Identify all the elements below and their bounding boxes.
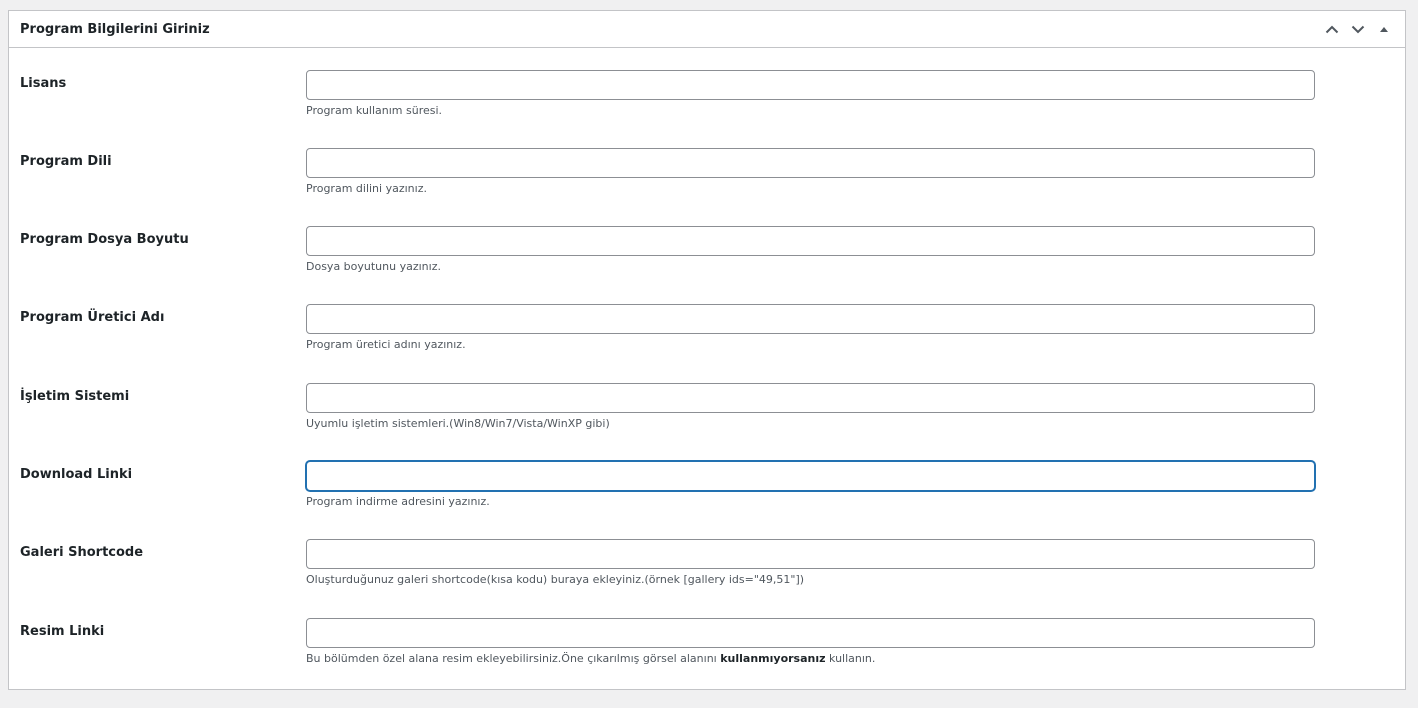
field-description: Program üretici adını yazınız.: [306, 338, 466, 351]
field-label: Program Dosya Boyutu: [20, 232, 189, 247]
field-description: Oluşturduğunuz galeri shortcode(kısa kod…: [306, 573, 805, 586]
field-description: Bu bölümden özel alana resim ekleyebilir…: [306, 651, 875, 666]
metabox-title: Program Bilgilerini Giriniz: [20, 22, 210, 37]
field-row-resim-linki: Resim Linki Bu bölümden özel alana resim…: [9, 618, 1405, 678]
field-row-program-dosya-boyutu: Program Dosya Boyutu Dosya boyutunu yazı…: [9, 226, 1405, 286]
handle-actions: [1319, 17, 1397, 41]
field-label: İşletim Sistemi: [20, 389, 130, 404]
field-row-galeri-shortcode: Galeri Shortcode Oluşturduğunuz galeri s…: [9, 539, 1405, 599]
program-info-metabox: Program Bilgilerini Giriniz Lisans Progr…: [8, 10, 1406, 690]
program-dosya-boyutu-input[interactable]: [306, 226, 1315, 256]
isletim-sistemi-input[interactable]: [306, 383, 1315, 413]
description-text-end: kullanın.: [825, 652, 876, 665]
lisans-input[interactable]: [306, 70, 1315, 100]
field-label: Program Üretici Adı: [20, 310, 165, 325]
field-row-lisans: Lisans Program kullanım süresi.: [9, 70, 1405, 130]
field-row-program-uretici-adi: Program Üretici Adı Program üretici adın…: [9, 304, 1405, 364]
metabox-header: Program Bilgilerini Giriniz: [9, 11, 1405, 48]
chevron-up-icon: [1325, 25, 1339, 33]
move-up-button[interactable]: [1319, 17, 1345, 41]
field-label: Download Linki: [20, 467, 133, 482]
galeri-shortcode-input[interactable]: [306, 539, 1315, 569]
resim-linki-input[interactable]: [306, 618, 1315, 648]
field-description: Program kullanım süresi.: [306, 104, 443, 117]
field-label: Resim Linki: [20, 624, 105, 639]
move-down-button[interactable]: [1345, 17, 1371, 41]
caret-up-icon: [1380, 27, 1388, 32]
chevron-down-icon: [1351, 25, 1365, 33]
download-linki-input[interactable]: [306, 461, 1315, 491]
program-dili-input[interactable]: [306, 148, 1315, 178]
field-label: Lisans: [20, 76, 67, 91]
toggle-panel-button[interactable]: [1371, 17, 1397, 41]
field-row-program-dili: Program Dili Program dilini yazınız.: [9, 148, 1405, 208]
field-description: Dosya boyutunu yazınız.: [306, 260, 441, 273]
field-row-isletim-sistemi: İşletim Sistemi Uyumlu işletim sistemler…: [9, 383, 1405, 443]
field-description: Uyumlu işletim sistemleri.(Win8/Win7/Vis…: [306, 417, 610, 430]
program-uretici-adi-input[interactable]: [306, 304, 1315, 334]
field-label: Galeri Shortcode: [20, 545, 144, 560]
field-row-download-linki: Download Linki Program indirme adresini …: [9, 461, 1405, 521]
field-description: Program dilini yazınız.: [306, 182, 427, 195]
description-emphasis: kullanmıyorsanız: [720, 652, 826, 665]
description-text: Bu bölümden özel alana resim ekleyebilir…: [306, 652, 721, 665]
field-label: Program Dili: [20, 154, 112, 169]
field-description: Program indirme adresini yazınız.: [306, 495, 490, 508]
